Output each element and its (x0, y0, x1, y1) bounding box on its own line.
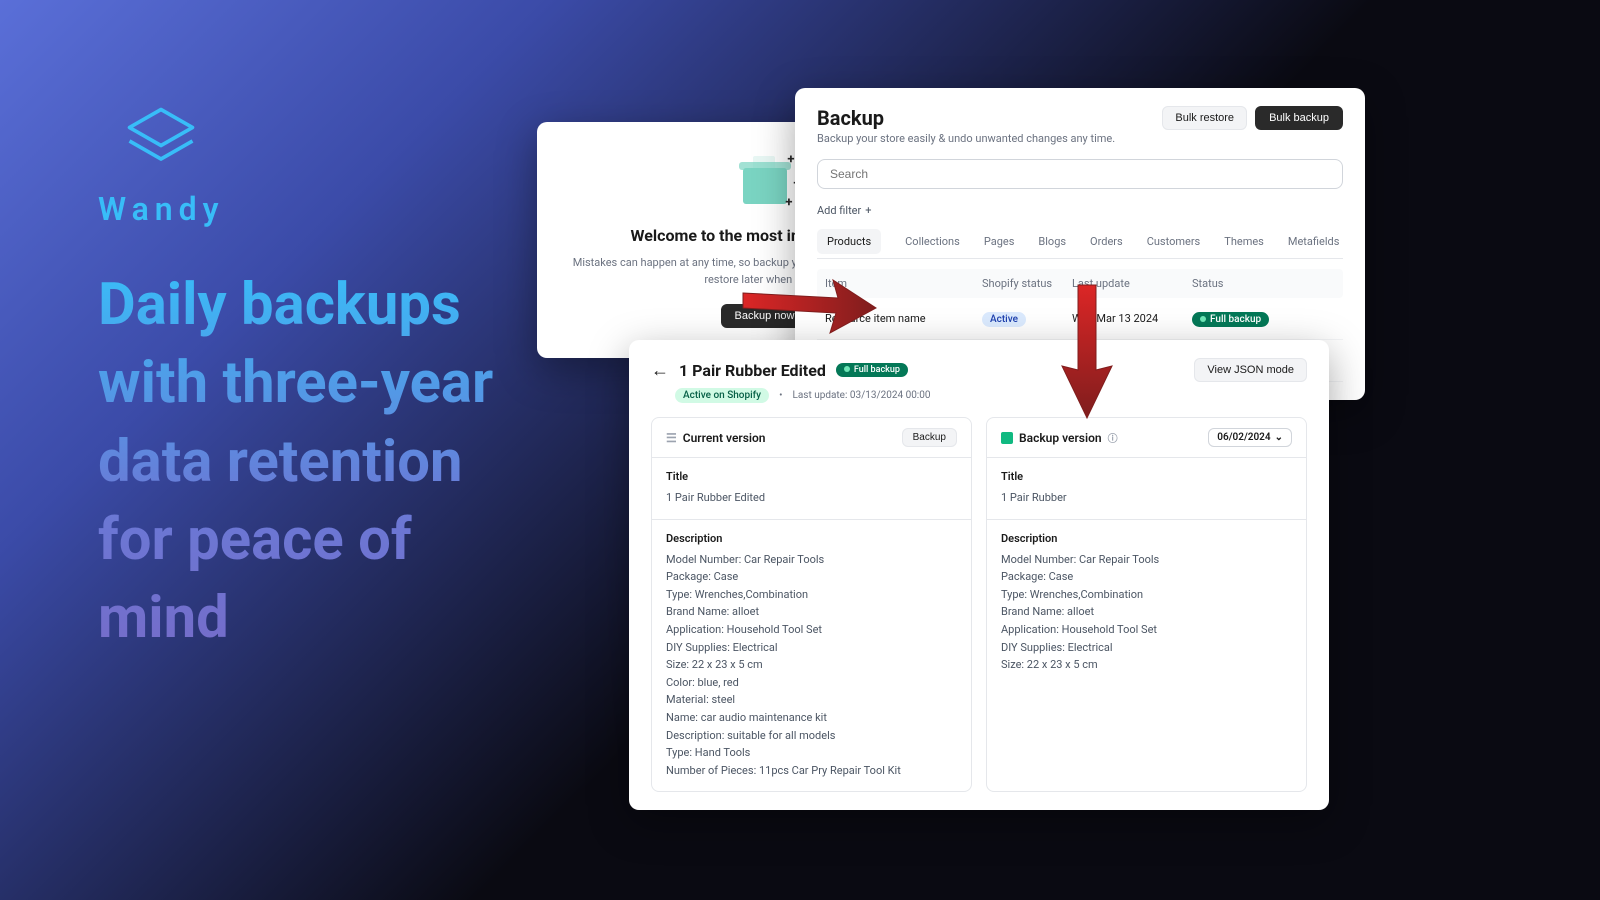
current-version-pane: ☰Current version Backup Title 1 Pair Rub… (651, 417, 972, 792)
resource-tabs: Products Collections Pages Blogs Orders … (817, 229, 1343, 259)
tagline-text: Daily backups with three-year data reten… (98, 266, 518, 657)
chevron-down-icon: ⌄ (1275, 432, 1283, 443)
brand-name: Wandy (98, 190, 225, 228)
back-arrow-icon[interactable]: ← (651, 360, 669, 381)
restore-icon (1001, 432, 1013, 444)
backup-version-pane: Backup version ⓘ 06/02/2024⌄ Title 1 Pai… (986, 417, 1307, 792)
tab-pages[interactable]: Pages (984, 229, 1015, 258)
inbox-icon: + + + (735, 150, 795, 210)
full-backup-badge: Full backup (836, 363, 908, 377)
table-row[interactable]: Resource item name Active Wed Mar 13 202… (817, 298, 1343, 340)
page-subtitle: Backup your store easily & undo unwanted… (817, 132, 1115, 145)
tab-collections[interactable]: Collections (905, 229, 960, 258)
table-header: Item Shopify status Last update Status (817, 269, 1343, 298)
tab-products[interactable]: Products (817, 229, 881, 254)
list-icon: ☰ (666, 431, 677, 445)
tab-orders[interactable]: Orders (1090, 229, 1123, 258)
current-description-value: Model Number: Car Repair Tools Package: … (666, 551, 957, 780)
detail-panel: ← 1 Pair Rubber Edited Full backup View … (629, 340, 1329, 810)
bulk-restore-button[interactable]: Bulk restore (1162, 106, 1247, 130)
add-filter-button[interactable]: Add filter+ (817, 204, 872, 217)
view-json-button[interactable]: View JSON mode (1194, 358, 1307, 382)
plus-icon: + (865, 204, 871, 217)
tab-customers[interactable]: Customers (1147, 229, 1201, 258)
info-icon: ⓘ (1108, 430, 1118, 445)
page-title: Backup (817, 106, 1115, 130)
last-update-text: Last update: 03/13/2024 00:00 (792, 390, 930, 401)
tab-themes[interactable]: Themes (1224, 229, 1264, 258)
status-badge: Active (982, 312, 1026, 327)
stack-icon (116, 96, 206, 186)
detail-title: 1 Pair Rubber Edited (679, 361, 826, 380)
backup-description-value: Model Number: Car Repair Tools Package: … (1001, 551, 1292, 674)
bulk-backup-button[interactable]: Bulk backup (1255, 106, 1343, 130)
current-title-value: 1 Pair Rubber Edited (666, 489, 957, 507)
tab-blogs[interactable]: Blogs (1038, 229, 1066, 258)
backup-button[interactable]: Backup (902, 428, 957, 447)
tab-metafields[interactable]: Metafields (1288, 229, 1340, 258)
version-date-select[interactable]: 06/02/2024⌄ (1208, 428, 1292, 447)
backup-status-badge: Full backup (1192, 312, 1269, 327)
search-input[interactable] (817, 159, 1343, 189)
backup-title-value: 1 Pair Rubber (1001, 489, 1292, 507)
shopify-active-badge: Active on Shopify (675, 388, 769, 403)
brand-logo: Wandy (98, 96, 225, 228)
